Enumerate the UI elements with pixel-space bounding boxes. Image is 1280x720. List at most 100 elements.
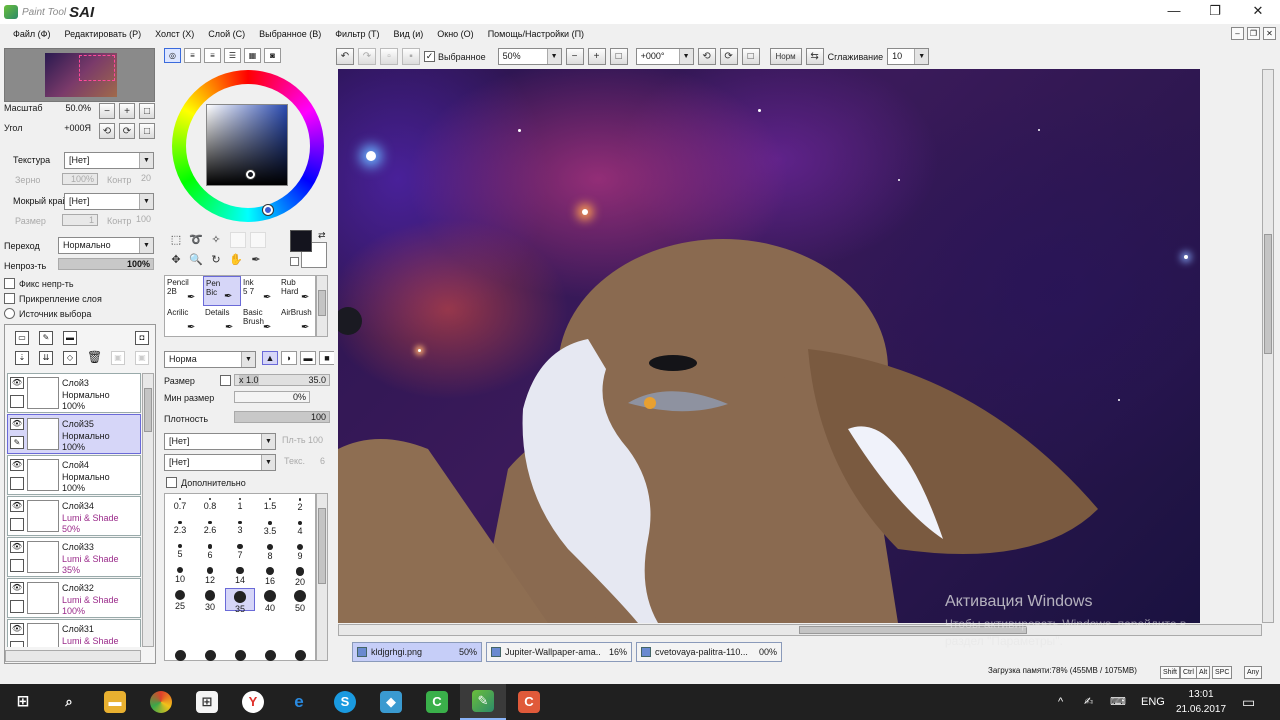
brush-shape-square[interactable]: ■ [319,351,335,365]
brush-texture-select[interactable]: [Нет] ▼ [164,454,276,471]
chrome-button[interactable] [138,684,184,720]
brush-size-preset[interactable]: 40 [255,588,285,613]
scale-up-button[interactable]: + [119,103,135,119]
shape-strength[interactable]: Пл-ть 100 [282,435,323,445]
brush-shape-sharp[interactable]: ▲ [262,351,278,365]
texture-select[interactable]: [Нет] ▼ [64,152,154,169]
brush-size-preset[interactable]: 12 [195,565,225,588]
brush-tool-acrilic[interactable]: Acrilic ✒ [165,306,203,336]
doc-restore-button[interactable]: ❐ [1247,27,1260,40]
zoom-out-button[interactable]: − [565,48,584,65]
size-mult-toggle[interactable] [220,375,231,386]
eye-icon[interactable]: 👁 [10,418,24,430]
new-vector-layer-icon[interactable]: ✎ [39,331,53,345]
edge-size-slider[interactable]: 1 [62,214,98,226]
document-tab[interactable]: cvetovaya-palitra-110... 00% [636,642,782,662]
brush-size-preset[interactable]: 2.6 [195,519,225,542]
layer-row[interactable]: 👁 ✎ Слой35 Нормально 100% [7,414,141,454]
angle-reset-button[interactable]: □ [139,123,155,139]
merge-down-icon[interactable]: ⇊ [39,351,53,365]
rotation-select[interactable]: +000° ▼ [635,48,694,65]
new-layer-icon[interactable]: ▭ [15,331,29,345]
brush-size-preset[interactable]: 7 [225,542,255,565]
viewport-frame[interactable] [79,55,115,81]
menu-selection[interactable]: Выбранное (В) [252,29,328,39]
layer-row[interactable]: 👁 Слой33 Lumi & Shade 35% [7,537,141,577]
brush-size-preset[interactable]: 4 [285,519,315,542]
rgb-slider-tab[interactable]: ≡ [184,48,201,63]
brush-size-preset[interactable]: 20 [285,565,315,588]
selection-checkbox[interactable]: ✓ [424,51,435,62]
scratchpad-tab[interactable]: ◙ [264,48,281,63]
size-grid-scrollbar[interactable] [316,493,328,661]
drawing-canvas[interactable] [338,69,1200,623]
brush-size-preset[interactable]: 9 [285,542,315,565]
brush-size-preset[interactable]: 0.7 [165,496,195,519]
notification-icon[interactable]: ▭ [1242,684,1255,720]
redo-button[interactable]: ↷ [358,48,376,65]
brush-shape-flat[interactable]: ▬ [300,351,316,365]
layer-row[interactable]: 👁 Слой31 Lumi & Shade [7,619,141,647]
opacity-slider[interactable]: 100% [58,258,154,270]
skype-button[interactable]: S [322,684,368,720]
eye-icon[interactable]: 👁 [10,623,24,635]
keyboard-icon[interactable]: ⌨ [1110,684,1126,720]
brush-size-preset[interactable]: 14 [225,565,255,588]
scrollbar-thumb[interactable] [318,508,326,584]
document-tab[interactable]: Jupiter-Wallpaper-ama... 16% [486,642,632,662]
brush-size-slider[interactable]: x 1.0 35.0 [234,374,330,386]
layer-list-scrollbar[interactable] [142,373,154,647]
magic-wand-icon[interactable]: ✧ [208,232,224,248]
trash-icon[interactable]: 🗑 [87,351,102,365]
menu-layer[interactable]: Слой (С) [201,29,252,39]
eye-icon[interactable]: 👁 [10,541,24,553]
paint-tool-sai-button[interactable]: ✎ [460,684,506,720]
selection-source-option[interactable]: Источник выбора [4,308,91,319]
start-button[interactable]: ⊞ [0,684,46,720]
contrast-value[interactable]: 20 [132,173,154,185]
wet-edge-select[interactable]: [Нет] ▼ [64,193,154,210]
brush-size-preset[interactable]: 3 [225,519,255,542]
rotate-cw-button[interactable]: ⟳ [119,123,135,139]
advanced-option[interactable]: Дополнительно [166,477,246,488]
lock-icon[interactable] [10,559,24,572]
scrollbar-thumb[interactable] [318,290,326,316]
clock[interactable]: 13:01 21.06.2017 [1176,687,1226,717]
scale-down-button[interactable]: − [99,103,115,119]
clear-layer-icon[interactable]: ◇ [63,351,77,365]
rect-select-icon[interactable]: ⬚ [168,232,184,248]
menu-view[interactable]: Вид (и) [386,29,430,39]
layer-blend-select[interactable]: Нормально ▼ [58,237,154,254]
eye-icon[interactable]: 👁 [10,377,24,389]
hsv-slider-tab[interactable]: ≡ [204,48,221,63]
apply-mask-icon[interactable]: ▣ [111,351,125,365]
brush-size-preset[interactable]: 25 [165,588,195,611]
density-slider[interactable]: 100 [234,411,330,423]
brush-grid-scrollbar[interactable] [316,275,328,337]
brush-size-preset[interactable]: 35 [225,588,255,614]
brush-tool-pen[interactable]: Pen Bic ✒ [203,276,241,306]
app-button[interactable]: ◆ [368,684,414,720]
flip-button[interactable]: ⇆ [805,48,824,65]
language-indicator[interactable]: ENG [1141,684,1165,720]
brush-tool-pencil[interactable]: Pencil 2B ✒ [165,276,203,306]
eyedropper-icon[interactable]: ✒ [248,252,264,268]
foreground-color-swatch[interactable] [290,230,312,252]
mixer-tab[interactable]: ▦ [244,48,261,63]
explorer-button[interactable]: ▬ [92,684,138,720]
lock-icon[interactable] [10,395,24,408]
angle-slider[interactable]: +000Я [50,123,94,135]
layer-row[interactable]: 👁 Слой4 Нормально 100% [7,455,141,495]
brush-size-preset[interactable]: 6 [195,542,225,565]
brush-size-preset[interactable]: 2 [285,496,315,519]
edge-button[interactable]: e [276,684,322,720]
zoom-in-button[interactable]: + [587,48,606,65]
brush-size-preset[interactable]: 1.5 [255,496,285,519]
eye-icon[interactable]: 👁 [10,459,24,471]
rotate-left-button[interactable]: ⟲ [697,48,716,65]
doc-close-button[interactable]: ✕ [1263,27,1276,40]
brush-size-preset[interactable]: 16 [255,565,285,588]
rotate-reset-button[interactable]: □ [741,48,760,65]
scale-reset-button[interactable]: □ [139,103,155,119]
layer-row[interactable]: 👁 Слой34 Lumi & Shade 50% [7,496,141,536]
